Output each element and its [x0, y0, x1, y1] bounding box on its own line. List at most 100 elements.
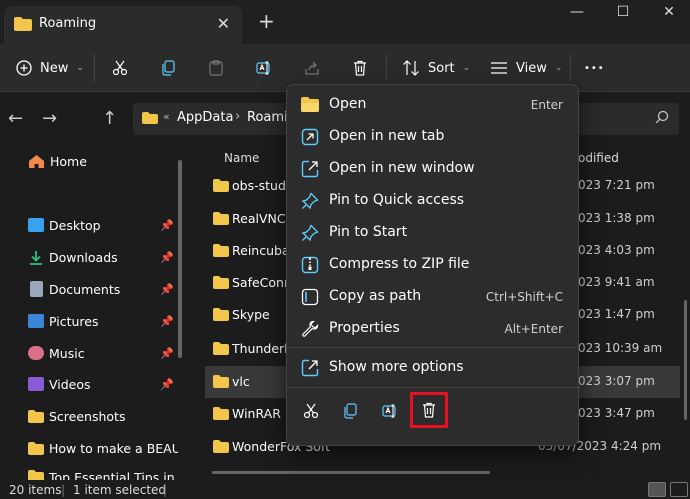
- breadcrumb[interactable]: « AppData › Roaming: [133, 103, 304, 135]
- new-tab-button[interactable]: +: [258, 9, 275, 33]
- new-label: New: [40, 60, 69, 76]
- copy-icon: [344, 403, 357, 419]
- wrench-icon: [301, 320, 319, 338]
- sidebar-item-home[interactable]: Home: [28, 151, 87, 171]
- pin-icon[interactable]: 📌: [160, 251, 174, 264]
- breadcrumb-appdata[interactable]: AppData: [177, 110, 233, 125]
- folder-icon: [213, 212, 229, 228]
- folder-icon: [213, 179, 229, 195]
- status-divider: |: [61, 483, 66, 497]
- forward-arrow-icon[interactable]: →: [42, 108, 57, 129]
- scissors-icon: [112, 60, 128, 76]
- status-bar: 20 items | 1 item selected |: [0, 480, 690, 499]
- rename-button[interactable]: [256, 56, 272, 80]
- toolbar-divider: [570, 54, 571, 82]
- sidebar-item-folder[interactable]: How to make a BEAUTII: [28, 438, 178, 458]
- chevron-down-icon: ⌄: [76, 63, 84, 73]
- breadcrumb-overflow[interactable]: «: [163, 110, 170, 123]
- menu-item-properties[interactable]: Properties Alt+Enter: [287, 314, 580, 344]
- sort-button[interactable]: Sort ⌄: [402, 56, 470, 80]
- folder-icon: [213, 244, 229, 260]
- more-options-button[interactable]: •••: [584, 56, 605, 80]
- pin-icon[interactable]: 📌: [160, 219, 174, 232]
- menu-item-shortcut: Ctrl+Shift+C: [485, 290, 563, 304]
- sidebar-item-label: Pictures: [49, 313, 99, 329]
- sidebar-item-folder[interactable]: Top Essential Tips in ho: [28, 470, 178, 480]
- sidebar-item-label: Downloads: [49, 249, 118, 265]
- menu-item-pin-quick-access[interactable]: Pin to Quick access: [287, 186, 580, 216]
- search-input[interactable]: [575, 103, 679, 135]
- sidebar-item-label: Videos: [49, 376, 91, 392]
- context-menu: Open Enter Open in new tab Open in new w…: [286, 84, 580, 446]
- up-arrow-icon[interactable]: ↑: [102, 108, 117, 129]
- menu-divider: [287, 387, 580, 388]
- menu-copy-button[interactable]: [336, 398, 364, 424]
- sidebar-item-downloads[interactable]: Downloads: [28, 247, 118, 267]
- pin-icon[interactable]: 📌: [160, 347, 174, 360]
- pin-icon[interactable]: 📌: [160, 378, 174, 391]
- paste-icon: [209, 60, 223, 76]
- tab-roaming[interactable]: Roaming ✕: [4, 6, 242, 44]
- details-view-button[interactable]: [648, 482, 666, 497]
- view-button[interactable]: View ⌄: [490, 56, 562, 80]
- sidebar-item-screenshots[interactable]: Screenshots: [28, 406, 125, 426]
- menu-item-label: Copy as path: [329, 288, 422, 304]
- sidebar-item-documents[interactable]: Documents: [28, 279, 120, 299]
- pin-icon[interactable]: 📌: [160, 315, 174, 328]
- scissors-icon: [303, 403, 319, 419]
- menu-delete-button[interactable]: [410, 392, 448, 428]
- menu-item-label: Open in new tab: [329, 128, 445, 144]
- menu-item-open[interactable]: Open Enter: [287, 90, 580, 120]
- vertical-scrollbar[interactable]: [684, 300, 687, 420]
- sidebar-scrollbar[interactable]: [178, 160, 182, 358]
- sidebar-item-desktop[interactable]: Desktop: [28, 215, 101, 235]
- folder-icon: [213, 342, 229, 358]
- menu-item-compress-zip[interactable]: Compress to ZIP file: [287, 250, 580, 280]
- pin-icon[interactable]: 📌: [160, 283, 174, 296]
- desktop-icon: [28, 218, 44, 232]
- folder-icon: [213, 440, 229, 456]
- copy-button[interactable]: [160, 56, 176, 80]
- maximize-button[interactable]: ☐: [608, 4, 638, 26]
- minimize-button[interactable]: —: [562, 4, 592, 26]
- file-date: 023 9:41 am: [578, 275, 655, 289]
- rename-icon: [256, 61, 270, 75]
- menu-item-pin-start[interactable]: Pin to Start: [287, 218, 580, 248]
- paste-button[interactable]: [208, 56, 224, 80]
- menu-divider: [287, 347, 580, 348]
- horizontal-scrollbar[interactable]: [212, 471, 490, 474]
- menu-item-show-more-options[interactable]: Show more options: [287, 353, 580, 383]
- tiles-view-button[interactable]: [670, 482, 688, 497]
- cut-button[interactable]: [112, 56, 128, 80]
- file-date: 023 10:39 am: [578, 341, 663, 355]
- delete-button[interactable]: [352, 56, 368, 80]
- menu-item-label: Open: [329, 96, 367, 112]
- close-window-button[interactable]: ✕: [654, 4, 684, 26]
- rename-icon: [382, 404, 396, 418]
- list-view-icon: [491, 62, 507, 74]
- column-header-name[interactable]: Name: [224, 151, 259, 165]
- home-icon: [29, 154, 44, 168]
- tab-close-icon[interactable]: ✕: [217, 14, 230, 33]
- sidebar-item-pictures[interactable]: Pictures: [28, 311, 99, 331]
- sidebar-item-label: Desktop: [49, 217, 101, 233]
- sidebar-item-music[interactable]: Music: [28, 343, 85, 363]
- sidebar-item-label: Music: [49, 345, 85, 361]
- folder-icon: [213, 407, 229, 423]
- share-button[interactable]: [304, 56, 320, 80]
- view-label: View: [516, 60, 547, 76]
- plus-circle-icon: [16, 60, 32, 76]
- breadcrumb-separator: ›: [235, 109, 241, 124]
- back-arrow-icon[interactable]: ←: [8, 108, 23, 129]
- file-date: 023 3:07 pm: [578, 374, 655, 388]
- menu-item-open-new-tab[interactable]: Open in new tab: [287, 122, 580, 152]
- new-button[interactable]: New ⌄: [16, 56, 84, 80]
- menu-rename-button[interactable]: [376, 398, 404, 424]
- menu-item-label: Properties: [329, 320, 400, 336]
- column-header-date[interactable]: odified: [578, 151, 619, 165]
- menu-cut-button[interactable]: [297, 398, 325, 424]
- menu-item-open-new-window[interactable]: Open in new window: [287, 154, 580, 184]
- sidebar-item-videos[interactable]: Videos: [28, 374, 91, 394]
- menu-item-copy-path[interactable]: Copy as path Ctrl+Shift+C: [287, 282, 580, 312]
- download-icon: [30, 250, 42, 265]
